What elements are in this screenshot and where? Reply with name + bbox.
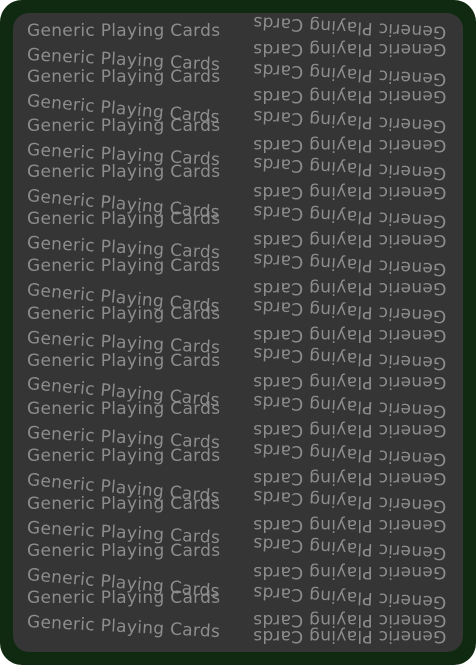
card-back-label-inverted: Generic Playing Cards [252,248,447,280]
card-back-label-inverted: Generic Playing Cards [252,295,447,327]
card-back-label: Generic Playing Cards [27,541,221,561]
card-back-label: Generic Playing Cards [27,588,221,608]
card-back-label: Generic Playing Cards [26,612,221,643]
card-back-label: Generic Playing Cards [27,67,221,87]
card-back-label: Generic Playing Cards [27,116,221,136]
card-back-label: Generic Playing Cards [27,256,221,276]
card-back-face: Generic Playing Cards Generic Playing Car… [13,13,463,652]
card-back-label-inverted: Generic Playing Cards [253,230,447,250]
card-back-label-inverted: Generic Playing Cards [252,581,447,613]
card-back-label-inverted: Generic Playing Cards [253,135,447,155]
card-back-label: Generic Playing Cards [27,494,221,514]
card-back-label: Generic Playing Cards [27,162,221,182]
card-back-label-inverted: Generic Playing Cards [253,420,447,440]
card-back-label-inverted: Generic Playing Cards [253,182,447,202]
card-back-label-inverted: Generic Playing Cards [252,200,447,232]
playing-card-back[interactable]: Generic Playing Cards Generic Playing Car… [0,0,476,665]
card-back-label-inverted: Generic Playing Cards [253,515,447,535]
card-back-label-inverted: Generic Playing Cards [252,390,447,422]
card-back-label-inverted: Generic Playing Cards [253,562,447,582]
card-back-label-inverted: Generic Playing Cards [252,342,447,374]
card-back-label: Generic Playing Cards [27,304,221,324]
card-back-label-inverted: Generic Playing Cards [253,325,447,345]
card-back-label-inverted: Generic Playing Cards [253,278,447,298]
card-back-label-inverted: Generic Playing Cards [252,13,447,43]
card-back-label: Generic Playing Cards [27,209,221,229]
card-back-label-inverted: Generic Playing Cards [252,58,447,90]
card-back-label-inverted: Generic Playing Cards [253,372,447,392]
card-back-label-inverted: Generic Playing Cards [253,468,447,488]
card-back-label-inverted: Generic Playing Cards [252,438,447,470]
card-back-label-inverted: Generic Playing Cards [252,105,447,137]
card-back-label-inverted: Generic Playing Cards [253,86,447,106]
card-back-label: Generic Playing Cards [27,351,221,371]
card-back-label-inverted: Generic Playing Cards [252,485,447,517]
card-back-label: Generic Playing Cards [27,399,221,419]
card-back-label-inverted: Generic Playing Cards [252,532,447,564]
card-back-pattern: Generic Playing Cards Generic Playing Car… [13,13,463,652]
card-back-label-inverted: Generic Playing Cards [252,152,447,184]
card-back-label-inverted: Generic Playing Cards [253,39,447,59]
card-back-label-inverted: Generic Playing Cards [253,626,447,646]
card-back-label: Generic Playing Cards [27,21,221,41]
card-back-label: Generic Playing Cards [27,446,221,466]
